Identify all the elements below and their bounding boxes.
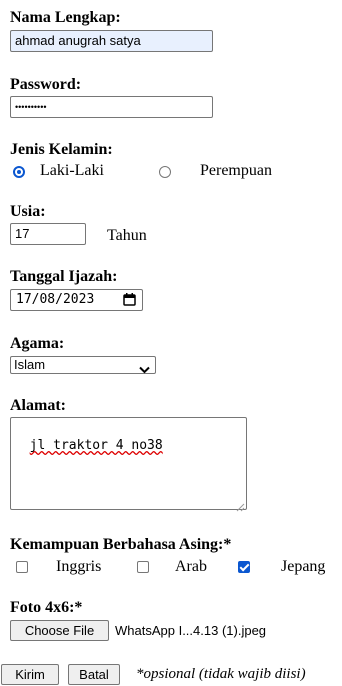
kirim-button[interactable]: Kirim [1, 664, 59, 685]
batal-button[interactable]: Batal [68, 664, 120, 685]
checkbox-inggris[interactable] [16, 561, 28, 573]
checkbox-arab[interactable] [137, 561, 149, 573]
checkbox-arab-label: Arab [175, 558, 207, 575]
choose-file-button[interactable]: Choose File [10, 620, 109, 641]
file-name: WhatsApp I...4.13 (1).jpeg [115, 623, 267, 638]
tanggal-ijazah-label: Tanggal Ijazah: [10, 268, 118, 285]
radio-laki-laki[interactable] [13, 166, 25, 178]
optional-note: *opsional (tidak wajib diisi) [136, 666, 306, 682]
calendar-icon[interactable] [123, 293, 136, 306]
resize-handle-icon[interactable] [236, 499, 245, 512]
agama-select[interactable]: Islam [10, 356, 156, 374]
nama-label: Nama Lengkap: [10, 9, 121, 26]
radio-perempuan[interactable] [159, 166, 171, 178]
alamat-label: Alamat: [10, 397, 66, 414]
password-label: Password: [10, 76, 82, 93]
checkbox-inggris-label: Inggris [56, 558, 102, 575]
radio-perempuan-label: Perempuan [200, 162, 272, 179]
checkbox-jepang[interactable] [238, 561, 250, 573]
chevron-down-icon [139, 361, 150, 374]
bahasa-label: Kemampuan Berbahasa Asing:* [10, 536, 232, 553]
nama-input[interactable]: ahmad anugrah satya [10, 30, 213, 52]
alamat-value: jl traktor 4 no38 [29, 438, 163, 453]
radio-laki-laki-label: Laki-Laki [40, 162, 104, 179]
alamat-textarea[interactable]: jl traktor 4 no38 [10, 417, 247, 510]
usia-label: Usia: [10, 203, 46, 220]
tanggal-ijazah-value: 17/08/2023 [16, 292, 95, 307]
foto-label: Foto 4x6:* [10, 599, 83, 616]
agama-selected: Islam [14, 357, 46, 372]
usia-input[interactable]: 17 [10, 223, 86, 245]
jenis-kelamin-label: Jenis Kelamin: [10, 141, 113, 158]
checkbox-jepang-label: Jepang [281, 558, 326, 575]
agama-label: Agama: [10, 335, 65, 352]
usia-unit: Tahun [107, 227, 147, 244]
password-input[interactable]: •••••••••• [10, 96, 213, 118]
